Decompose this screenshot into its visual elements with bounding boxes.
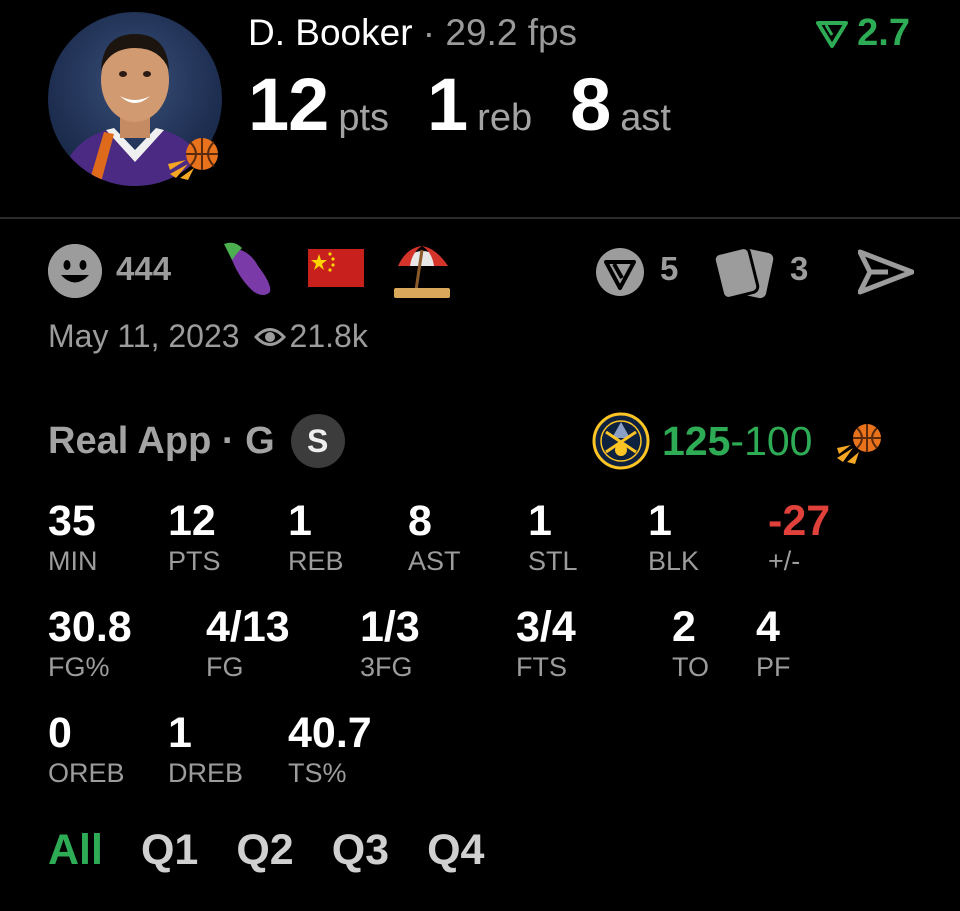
stat-label: OREB: [48, 758, 125, 788]
stat-label: REB: [288, 546, 344, 576]
china-flag-emoji-icon[interactable]: [308, 249, 364, 287]
header-divider: [0, 217, 960, 219]
game-source: Real App · G S: [48, 414, 345, 468]
stat-ast: 8 AST: [408, 498, 461, 576]
stat-oreb: 0 OREB: [48, 710, 125, 788]
stat-label: +/-: [768, 546, 801, 576]
stat-value: 4: [756, 603, 780, 651]
headline-pts-unit: pts: [338, 97, 390, 139]
stat-value: 1: [648, 497, 672, 545]
reaction-bar: 444 5 3: [48, 240, 918, 300]
tab-q1[interactable]: Q1: [141, 826, 198, 875]
stat-to: 2 TO: [672, 604, 709, 682]
stat-label: FG%: [48, 652, 110, 682]
stat-fg: 4/13 FG: [206, 604, 290, 682]
stat-reb: 1 REB: [288, 498, 344, 576]
stat-label: 3FG: [360, 652, 413, 682]
down-triangle-icon: [816, 20, 849, 48]
stat-pf: 4 PF: [756, 604, 791, 682]
stat-stl: 1 STL: [528, 498, 578, 576]
suns-logo-small-icon: [836, 424, 881, 464]
stat-value: 12: [168, 497, 216, 545]
stat-value: 30.8: [48, 603, 132, 651]
delta-value: 2.7: [857, 12, 910, 54]
stat-label: FG: [206, 652, 244, 682]
score-nuggets: 125: [662, 417, 731, 464]
smiley-count: 444: [116, 250, 172, 287]
tab-q4[interactable]: Q4: [427, 826, 484, 875]
source-dot: ·: [221, 419, 235, 462]
suns-logo-icon: [168, 138, 218, 180]
headline-ast-unit: ast: [620, 97, 671, 139]
game-score[interactable]: 125-100: [592, 412, 889, 470]
v-badge-icon[interactable]: [594, 246, 646, 298]
stat-label: TO: [672, 652, 710, 682]
headline-stats: 12 pts 1 reb 8 ast: [248, 62, 709, 147]
view-count-group: 21.8k: [253, 318, 368, 355]
score-separator: -: [730, 417, 745, 464]
headline-ast-value: 8: [570, 63, 611, 146]
stat-blk: 1 BLK: [648, 498, 699, 576]
player-title: D. Booker · 29.2 fps: [248, 12, 577, 54]
send-icon[interactable]: [858, 248, 914, 296]
separator-dot: ·: [422, 12, 436, 53]
view-count: 21.8k: [289, 318, 368, 354]
stat-value: 1: [288, 497, 312, 545]
player-name[interactable]: D. Booker: [248, 12, 413, 53]
headline-reb-value: 1: [427, 63, 468, 146]
stat-value: 3/4: [516, 603, 576, 651]
stat-dreb: 1 DREB: [168, 710, 243, 788]
nuggets-logo-icon: [592, 412, 650, 470]
stat-value: 35: [48, 497, 96, 545]
stat-label: MIN: [48, 546, 98, 576]
stat-value: 8: [408, 497, 432, 545]
stat-label: BLK: [648, 546, 700, 576]
stat-value: 2: [672, 603, 696, 651]
score-text: 125-100: [662, 418, 813, 465]
stat-fts: 3/4 FTS: [516, 604, 576, 682]
quarter-tabs: All Q1 Q2 Q3 Q4: [48, 826, 484, 875]
starter-badge: S: [290, 414, 345, 468]
stat-value: 0: [48, 709, 72, 757]
headline-reb-unit: reb: [477, 97, 533, 139]
v-badge-count: 5: [660, 250, 679, 287]
cards-icon[interactable]: [708, 244, 778, 300]
stat-label: AST: [408, 546, 461, 576]
source-name: Real App: [48, 419, 212, 462]
eye-icon: [253, 327, 286, 346]
tab-q3[interactable]: Q3: [332, 826, 389, 875]
smiley-reaction-icon[interactable]: [48, 244, 102, 298]
stat-value: -27: [768, 497, 831, 545]
beach-umbrella-emoji-icon[interactable]: [392, 240, 452, 298]
tab-all[interactable]: All: [48, 826, 103, 875]
stat-value: 40.7: [288, 709, 372, 757]
stat-label: PF: [756, 652, 791, 682]
stat-label: PTS: [168, 546, 221, 576]
post-date: May 11, 2023: [48, 318, 240, 354]
fps-delta: 2.7: [815, 12, 910, 55]
stat-plus-minus: -27 +/-: [768, 498, 830, 576]
cards-count: 3: [790, 250, 809, 287]
stat-value: 1/3: [360, 603, 420, 651]
player-position: G: [245, 419, 275, 462]
stat-value: 4/13: [206, 603, 290, 651]
stat-3fg: 1/3 3FG: [360, 604, 420, 682]
post-meta: May 11, 2023 21.8k: [48, 318, 368, 355]
stat-min: 35 MIN: [48, 498, 98, 576]
fps-value: 29.2 fps: [445, 12, 578, 53]
stat-ts-pct: 40.7 TS%: [288, 710, 372, 788]
stat-value: 1: [528, 497, 552, 545]
stat-label: STL: [528, 546, 578, 576]
stat-label: FTS: [516, 652, 567, 682]
stat-label: DREB: [168, 758, 244, 788]
tab-q2[interactable]: Q2: [236, 826, 293, 875]
eggplant-emoji-icon[interactable]: [220, 240, 284, 298]
stat-value: 1: [168, 709, 192, 757]
stat-label: TS%: [288, 758, 347, 788]
score-suns: 100: [744, 417, 813, 464]
stat-fg-pct: 30.8 FG%: [48, 604, 132, 682]
headline-pts-value: 12: [248, 63, 329, 146]
stat-pts: 12 PTS: [168, 498, 221, 576]
